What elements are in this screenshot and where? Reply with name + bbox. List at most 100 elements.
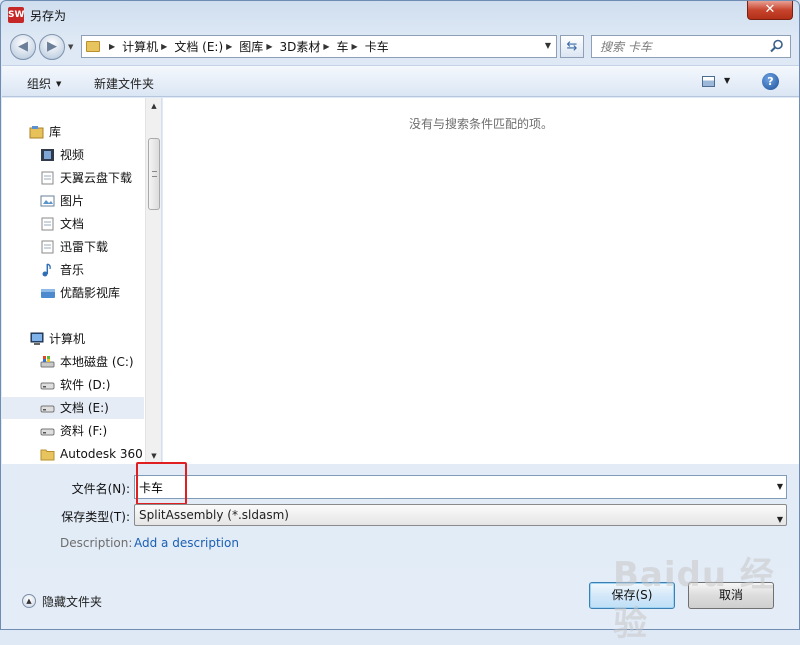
search-box[interactable] (591, 35, 791, 58)
nav-item-documents[interactable]: 文档 (2, 213, 144, 235)
breadcrumb-item[interactable]: 计算机 (122, 38, 158, 55)
organize-menu[interactable]: 组织 ▼ (27, 75, 61, 92)
document-icon (41, 240, 54, 254)
nav-item-drive-e[interactable]: 文档 (E:) (2, 397, 144, 419)
nav-item-label: 视频 (60, 148, 85, 162)
nav-item-tianyi-downloads[interactable]: 天翼云盘下载 (2, 167, 144, 189)
back-arrow-icon: ◀ (18, 39, 28, 54)
nav-item-label: 音乐 (60, 263, 85, 277)
organize-label: 组织 (27, 77, 52, 91)
nav-item-xunlei-downloads[interactable]: 迅雷下载 (2, 236, 144, 258)
nav-item-label: 资料 (F:) (60, 424, 108, 438)
address-history-dropdown-icon[interactable]: ▼ (545, 41, 551, 50)
search-input[interactable] (592, 36, 762, 57)
nav-item-videos[interactable]: 视频 (2, 144, 144, 166)
nav-item-drive-c[interactable]: 本地磁盘 (C:) (2, 351, 144, 373)
annotation-highlight-box (136, 462, 187, 505)
nav-item-label: Autodesk 360 (60, 447, 143, 461)
forward-arrow-icon: ▶ (47, 39, 57, 54)
drive-icon (40, 382, 55, 390)
nav-item-label: 软件 (D:) (60, 378, 111, 392)
nav-item-label: 图片 (60, 194, 85, 208)
breadcrumb-item[interactable]: 图库 (239, 38, 263, 55)
scroll-up-icon[interactable]: ▲ (146, 98, 161, 114)
video-icon (41, 149, 54, 161)
refresh-icon: ⇆ (566, 39, 578, 54)
breadcrumb-item[interactable]: 车 (337, 38, 349, 55)
file-list-pane[interactable]: 没有与搜索条件匹配的项。 (163, 98, 799, 464)
system-drive-icon (40, 356, 55, 368)
chevron-down-icon: ▼ (56, 80, 62, 88)
breadcrumb-item-current[interactable]: 卡车 (365, 38, 389, 55)
drive-icon (40, 405, 55, 413)
navigation-pane: 库 视频 天翼云盘下载 图片 文档 迅雷下载 音乐 优酷影视库 计算机 本地磁盘… (2, 98, 162, 464)
nav-item-label: 天翼云盘下载 (60, 171, 133, 185)
filename-dropdown-icon[interactable]: ▼ (777, 482, 783, 491)
save-as-dialog: SW 另存为 ✕ ◀ ▶ ▼ ▶ 计算机 ▶ 文档 (E:) ▶ 图库 ▶ 3D… (0, 0, 800, 644)
nav-item-label: 文档 (E:) (60, 401, 109, 415)
nav-item-label: 库 (49, 125, 62, 139)
help-icon[interactable]: ? (762, 73, 779, 90)
breadcrumb-separator-icon[interactable]: ▶ (266, 42, 272, 51)
nav-item-pictures[interactable]: 图片 (2, 190, 144, 212)
nav-item-autodesk-360[interactable]: Autodesk 360 (2, 443, 144, 464)
grip-icon (152, 171, 157, 177)
breadcrumb-item[interactable]: 3D素材 (279, 38, 320, 55)
recent-locations-dropdown[interactable]: ▼ (68, 43, 73, 51)
hide-folders-button[interactable]: 隐藏文件夹 (42, 593, 102, 610)
search-icon[interactable] (770, 39, 784, 53)
add-description-link[interactable]: Add a description (134, 536, 239, 550)
document-icon (41, 171, 54, 185)
folder-icon (40, 449, 55, 461)
save-type-dropdown-icon[interactable]: ▼ (777, 510, 783, 530)
breadcrumb-separator-icon[interactable]: ▶ (226, 42, 232, 51)
nav-item-label: 迅雷下载 (60, 240, 109, 254)
change-view-icon[interactable] (702, 76, 715, 87)
filename-label: 文件名(N): (71, 482, 130, 496)
scrollbar-thumb[interactable] (148, 138, 160, 210)
nav-item-label: 文档 (60, 217, 85, 231)
nav-item-libraries[interactable]: 库 (2, 121, 144, 143)
breadcrumb-item[interactable]: 文档 (E:) (174, 38, 223, 55)
pictures-icon (40, 195, 55, 207)
save-type-select[interactable]: SplitAssembly (*.sldasm) ▼ (134, 504, 787, 526)
nav-pane-scrollbar[interactable]: ▲ ▼ (145, 98, 161, 464)
nav-item-youku-library[interactable]: 优酷影视库 (2, 282, 144, 304)
save-type-value: SplitAssembly (*.sldasm) (139, 508, 289, 522)
empty-results-message: 没有与搜索条件匹配的项。 (408, 117, 553, 131)
nav-item-drive-f[interactable]: 资料 (F:) (2, 420, 144, 442)
solidworks-app-icon: SW (8, 7, 24, 23)
collapse-folders-icon[interactable]: ▲ (22, 594, 36, 608)
back-button[interactable]: ◀ (10, 34, 36, 60)
baidu-watermark: Baidu 经验 (613, 555, 775, 644)
close-button[interactable]: ✕ (747, 1, 793, 20)
breadcrumb-separator-icon[interactable]: ▶ (323, 42, 329, 51)
breadcrumb-separator-icon[interactable]: ▶ (109, 42, 115, 51)
nav-item-music[interactable]: 音乐 (2, 259, 144, 281)
document-icon (41, 217, 54, 231)
library-icon (29, 126, 44, 139)
computer-icon (30, 332, 44, 345)
title-bar: SW 另存为 ✕ (1, 1, 799, 29)
refresh-button[interactable]: ⇆ (560, 35, 584, 58)
forward-button[interactable]: ▶ (39, 34, 65, 60)
filename-input[interactable] (135, 476, 755, 498)
nav-item-label: 本地磁盘 (C:) (60, 355, 134, 369)
nav-item-label: 优酷影视库 (60, 286, 121, 300)
description-label: Description: (60, 536, 133, 550)
breadcrumb-separator-icon[interactable]: ▶ (161, 42, 167, 51)
breadcrumb-separator-icon[interactable]: ▶ (352, 42, 358, 51)
view-options-dropdown-icon[interactable]: ▼ (724, 76, 730, 85)
command-toolbar: 组织 ▼ 新建文件夹 ▼ ? (2, 65, 799, 97)
save-type-label: 保存类型(T): (61, 510, 130, 524)
folder-icon (86, 41, 100, 52)
youku-icon (41, 289, 55, 298)
nav-item-label: 计算机 (49, 332, 86, 346)
filename-combobox[interactable]: ▼ (134, 475, 787, 499)
address-bar[interactable]: ▶ 计算机 ▶ 文档 (E:) ▶ 图库 ▶ 3D素材 ▶ 车 ▶ 卡车 ▼ (81, 35, 557, 58)
music-icon (42, 263, 51, 277)
new-folder-button[interactable]: 新建文件夹 (94, 75, 154, 92)
nav-item-drive-d[interactable]: 软件 (D:) (2, 374, 144, 396)
window-title: 另存为 (30, 9, 67, 23)
nav-item-computer[interactable]: 计算机 (2, 328, 144, 350)
